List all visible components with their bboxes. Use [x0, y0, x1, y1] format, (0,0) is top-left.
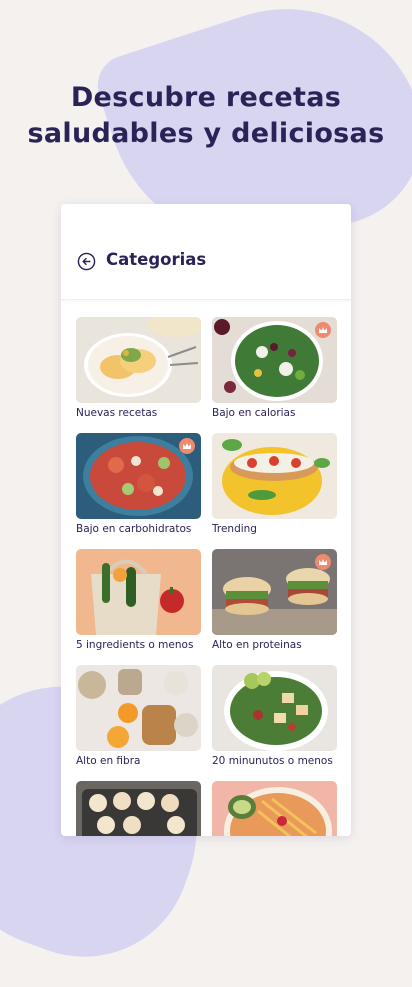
premium-crown-badge	[179, 438, 195, 454]
premium-crown-badge	[315, 322, 331, 338]
category-label: Nuevas recetas	[76, 407, 158, 419]
category-image	[76, 317, 201, 403]
crown-icon	[319, 559, 327, 565]
page-title: Categorias	[106, 250, 207, 269]
category-label: Trending	[212, 523, 257, 535]
category-label: Alto en proteinas	[212, 639, 302, 651]
category-label: 5 ingredients o menos	[76, 639, 194, 651]
category-image	[76, 665, 201, 751]
category-label: Alto en fibra	[76, 755, 141, 767]
back-arrow-circle-icon	[77, 252, 95, 270]
category-label: Bajo en calorias	[212, 407, 296, 419]
category-image	[212, 433, 337, 519]
category-image	[76, 781, 201, 836]
category-image	[76, 549, 201, 635]
category-image	[76, 433, 201, 519]
crown-icon	[183, 443, 191, 449]
promo-headline: Descubre recetas saludables y deliciosas	[0, 80, 412, 152]
headline-line-1: Descubre recetas	[70, 82, 342, 113]
category-image	[212, 665, 337, 751]
back-button[interactable]	[76, 251, 96, 271]
app-header: Categorias	[61, 204, 351, 300]
category-image	[212, 781, 337, 836]
headline-line-2: saludables y deliciosas	[27, 118, 385, 149]
crown-icon	[319, 327, 327, 333]
category-image	[212, 317, 337, 403]
category-label: Bajo en carbohidratos	[76, 523, 192, 535]
app-screen: Categorias Nuevas recetas Bajo en calori…	[61, 204, 351, 836]
category-image	[212, 549, 337, 635]
category-label: 20 minunutos o menos	[212, 755, 333, 767]
premium-crown-badge	[315, 554, 331, 570]
